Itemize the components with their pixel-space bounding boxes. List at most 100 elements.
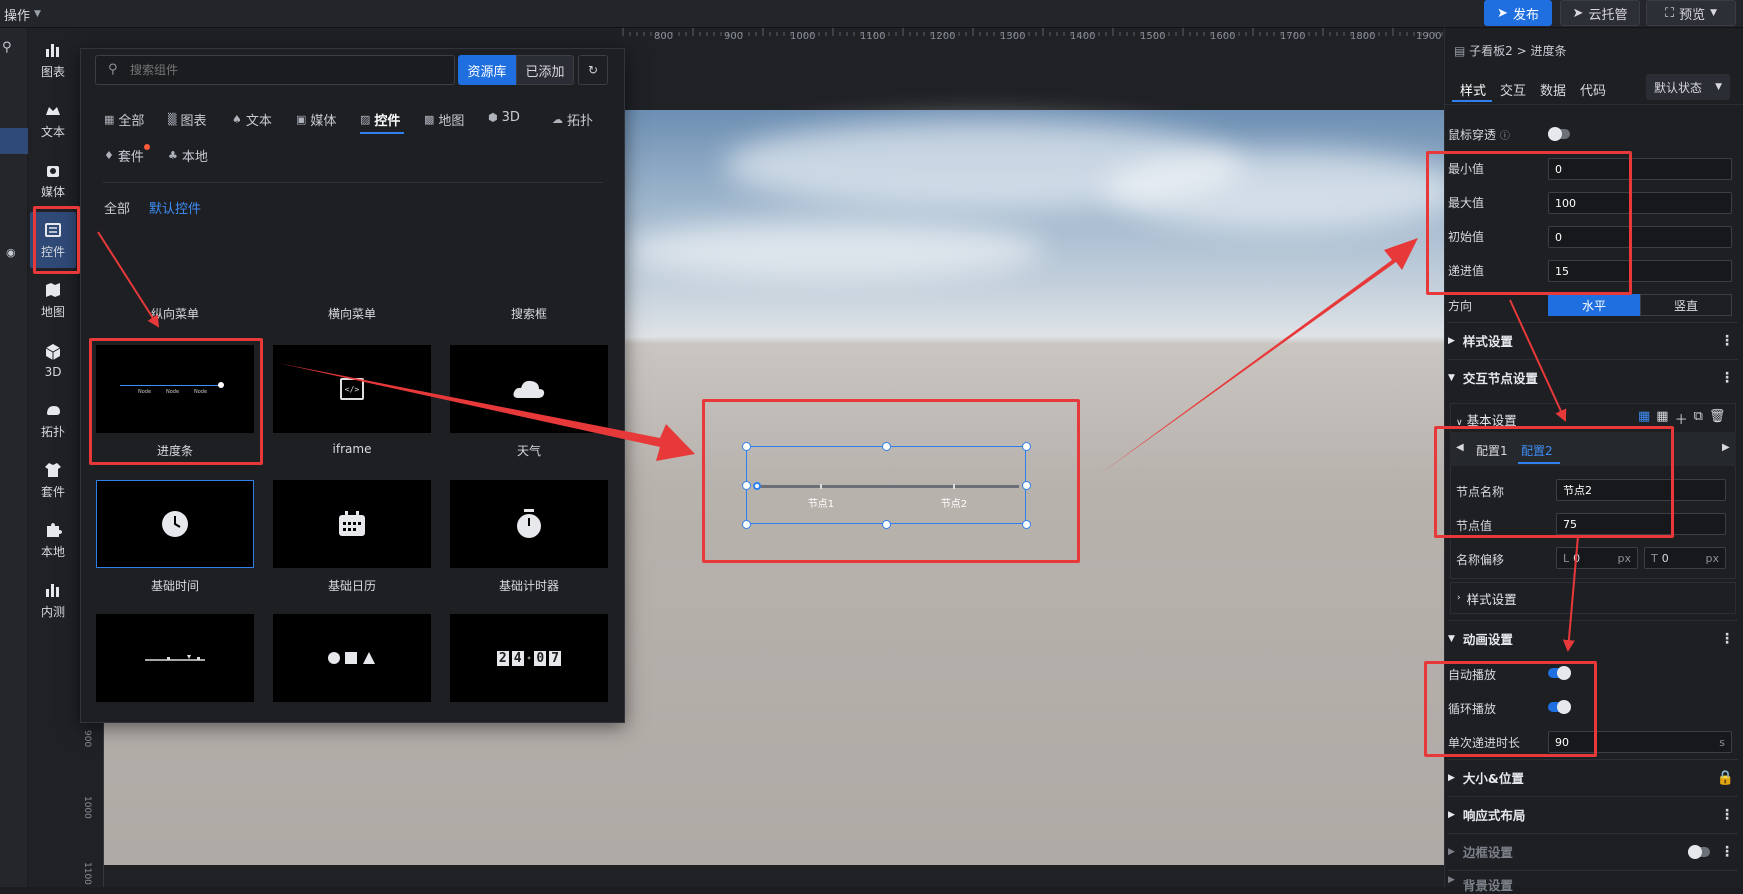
offset-top-input[interactable]: T 0 px — [1644, 547, 1726, 569]
flip-digit: 4 — [511, 650, 524, 666]
eye-hidden-icon[interactable]: ◉ — [6, 246, 16, 259]
chevron-down-icon: ▼ — [1448, 372, 1455, 383]
style-settings-section[interactable]: ▶ 样式设置 ⋮ — [1448, 322, 1738, 358]
card-basic-timer[interactable] — [450, 480, 608, 568]
category-chart[interactable]: ▒ 图表 — [168, 110, 206, 129]
tab-data[interactable]: 数据 — [1540, 80, 1566, 99]
category-3d[interactable]: ⬢ 3D — [488, 110, 520, 125]
ruler-label: 1800 — [1350, 31, 1376, 42]
border-toggle[interactable] — [1688, 845, 1710, 859]
direction-horizontal-button[interactable]: 水平 — [1548, 294, 1640, 316]
name-offset-label: 名称偏移 — [1456, 553, 1505, 567]
state-select[interactable]: 默认状态 ▼ — [1646, 74, 1730, 100]
rail-item-local[interactable]: 本地 — [30, 512, 76, 568]
cloud — [624, 220, 1044, 280]
add-icon[interactable]: ＋ — [1675, 409, 1688, 428]
category-widget[interactable]: ▨ 控件 — [360, 110, 400, 129]
cloud-host-button[interactable]: ➤ 云托管 — [1560, 0, 1640, 26]
direction-vertical-button[interactable]: 竖直 — [1640, 294, 1732, 316]
tab-interaction[interactable]: 交互 — [1500, 80, 1526, 99]
offset-left-input[interactable]: L 0 px — [1556, 547, 1638, 569]
canvas-scrollbar[interactable] — [104, 865, 1444, 887]
send-icon: ➤ — [1497, 5, 1508, 21]
breadcrumb: ▤ 子看板2 > 进度条 — [1454, 44, 1567, 58]
more-icon[interactable]: ⋮ — [1720, 631, 1734, 647]
divider — [1444, 104, 1743, 105]
card-basic-calendar[interactable] — [273, 480, 431, 568]
rail-selected-marker — [0, 128, 28, 154]
card-iframe[interactable]: </> — [273, 345, 431, 433]
send-icon: ➤ — [1572, 5, 1584, 21]
rail-item-suite[interactable]: 套件 — [30, 452, 76, 508]
map-icon — [46, 283, 60, 297]
ruler-label: 1000 — [790, 31, 816, 42]
mouse-through-toggle[interactable] — [1548, 127, 1570, 141]
category-map[interactable]: ▩ 地图 — [424, 110, 464, 129]
category-media[interactable]: ▣ 媒体 — [296, 110, 336, 129]
tab-code[interactable]: 代码 — [1580, 80, 1606, 99]
card-timeline[interactable] — [96, 614, 254, 702]
more-icon[interactable]: ⋮ — [1720, 370, 1734, 386]
chevron-right-icon: ▶ — [1448, 772, 1455, 783]
category-suite[interactable]: ♦ 套件 — [104, 144, 150, 165]
rail-item-media[interactable]: 媒体 — [30, 152, 76, 208]
publish-button[interactable]: ➤ 发布 — [1484, 0, 1552, 26]
library-tab-button[interactable]: 资源库 — [458, 55, 516, 85]
rail-item-beta[interactable]: 内测 — [30, 572, 76, 628]
card-basic-time[interactable] — [96, 480, 254, 568]
puzzle-icon: ♣ — [168, 149, 178, 162]
card-label-vertical-menu: 纵向菜单 — [150, 307, 199, 321]
search-icon: ⚲ — [108, 62, 118, 77]
timeline-icon — [145, 655, 205, 661]
animation-section[interactable]: ▼ 动画设置 ⋮ — [1448, 620, 1738, 656]
board-icon: ▤ — [1454, 44, 1466, 58]
more-icon[interactable]: ⋮ — [1720, 844, 1734, 860]
toggle-knob — [1688, 845, 1702, 859]
outer-rail: ⚲ ◉ — [0, 28, 28, 887]
ruler-label: 1700 — [1280, 31, 1306, 42]
annotation-box-range-fields — [1426, 151, 1632, 295]
refresh-icon[interactable]: ↻ — [578, 55, 608, 85]
card-flip-counter[interactable]: 2 4 • 0 7 — [450, 614, 608, 702]
more-icon[interactable]: ⋮ — [1720, 333, 1734, 349]
chevron-right-icon: › — [1457, 593, 1461, 603]
more-icon[interactable]: ⋮ — [1720, 807, 1734, 823]
annotation-box-animation — [1424, 661, 1597, 757]
ruler-label: 800 — [654, 31, 674, 42]
rail-item-map[interactable]: 地图 — [30, 272, 76, 328]
copy-icon[interactable]: ⧉ — [1694, 409, 1703, 428]
border-section[interactable]: ▶ 边框设置 ⋮ — [1448, 833, 1738, 869]
subcategory-default[interactable]: 默认控件 — [149, 198, 201, 217]
shirt-icon: ♦ — [104, 149, 114, 162]
category-topology[interactable]: ☁ 拓扑 — [552, 110, 593, 129]
card-weather[interactable] — [450, 345, 608, 433]
tab-style[interactable]: 样式 — [1460, 80, 1486, 99]
direction-label: 方向 — [1448, 299, 1473, 313]
search-input[interactable] — [95, 55, 455, 85]
preview-button[interactable]: ⛶ 预览 ▼ — [1646, 0, 1736, 26]
rail-item-text[interactable]: 文本 — [30, 92, 76, 148]
responsive-section[interactable]: ▶ 响应式布局 ⋮ — [1448, 796, 1738, 832]
category-local[interactable]: ♣ 本地 — [168, 146, 208, 165]
background-section[interactable]: ▶ 背景设置 — [1448, 870, 1738, 893]
category-text[interactable]: ♠ 文本 — [232, 110, 272, 129]
sub-style-settings[interactable]: › 样式设置 — [1450, 582, 1736, 614]
chevron-right-icon[interactable]: ▶ — [1722, 442, 1730, 453]
lock-icon[interactable]: 🔒 — [1717, 770, 1734, 786]
ruler-label: 1500 — [1140, 31, 1166, 42]
node-settings-section[interactable]: ▼ 交互节点设置 ⋮ — [1448, 359, 1738, 395]
card-label-search-box: 搜索框 — [510, 307, 547, 321]
size-position-section[interactable]: ▶ 大小&位置 🔒 — [1448, 759, 1738, 795]
cube-icon — [45, 343, 61, 360]
added-tab-button[interactable]: 已添加 — [516, 55, 574, 85]
card-shapes[interactable] — [273, 614, 431, 702]
ruler-label: 900 — [724, 31, 744, 42]
operation-menu[interactable]: 操作 ▼ — [4, 4, 41, 24]
delete-icon[interactable]: 🗑 — [1709, 409, 1726, 428]
subcategory-all[interactable]: 全部 — [104, 198, 130, 217]
rail-item-topology[interactable]: 拓扑 — [30, 392, 76, 448]
category-all[interactable]: ▦ 全部 — [104, 110, 144, 129]
bar-chart-icon: ▒ — [168, 113, 177, 126]
rail-item-3d[interactable]: 3D — [30, 332, 76, 388]
cloud — [1104, 150, 1464, 230]
